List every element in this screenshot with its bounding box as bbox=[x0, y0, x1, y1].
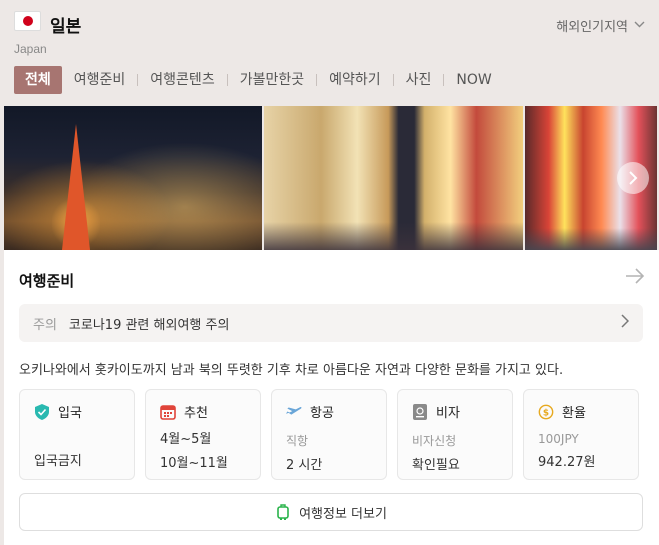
entry-value: 입국금지 bbox=[34, 454, 82, 469]
exchange-info-card[interactable]: $ 환율 100JPY 942.27원 bbox=[523, 389, 639, 480]
entry-info-card[interactable]: 입국 입국금지 bbox=[19, 389, 135, 480]
recommend-autumn: 10월~11월 bbox=[160, 456, 228, 471]
travel-prep-card: 여행준비 주의 코로나19 관련 해외여행 주의 오키나와에서 홋카이도까지 남… bbox=[4, 250, 659, 545]
tab-booking[interactable]: 예약하기 bbox=[317, 66, 393, 94]
tab-all[interactable]: 전체 bbox=[14, 66, 62, 94]
section-title: 여행준비 bbox=[19, 272, 75, 290]
notice-banner[interactable]: 주의 코로나19 관련 해외여행 주의 bbox=[19, 304, 643, 342]
recommend-info-card[interactable]: 추천 4월~5월 10월~11월 bbox=[145, 389, 261, 480]
exchange-base: 100JPY bbox=[538, 432, 579, 446]
chevron-down-icon bbox=[634, 20, 645, 31]
flight-type: 직항 bbox=[286, 434, 309, 448]
tab-travel-content[interactable]: 여행콘텐츠 bbox=[138, 66, 226, 94]
header: 일본 Japan 해외인기지역 전체 여행준비 여행콘텐츠 가볼만한곳 예약하기… bbox=[0, 0, 659, 100]
tab-now[interactable]: NOW bbox=[444, 66, 503, 94]
luggage-icon bbox=[275, 504, 291, 520]
airplane-icon bbox=[286, 404, 302, 420]
visa-label: 비자 bbox=[436, 406, 460, 421]
photo-carousel bbox=[4, 106, 659, 250]
visa-check: 확인필요 bbox=[412, 458, 460, 473]
tokyo-tower-photo[interactable] bbox=[4, 106, 263, 250]
tab-travel-prep[interactable]: 여행준비 bbox=[62, 66, 138, 94]
entry-label: 입국 bbox=[58, 406, 82, 421]
visa-info-card[interactable]: 비자 비자신청 확인필요 bbox=[397, 389, 513, 480]
coin-exchange-icon: $ bbox=[538, 404, 554, 420]
info-cards: 입국 입국금지 추천 4월~5월 10월~11월 항공 직항 2 시간 비자 비… bbox=[19, 389, 639, 480]
notice-text: 코로나19 관련 해외여행 주의 bbox=[68, 317, 230, 333]
more-travel-info-button[interactable]: 여행정보 더보기 bbox=[19, 493, 643, 531]
notice-label: 주의 bbox=[33, 317, 57, 333]
flight-duration: 2 시간 bbox=[286, 458, 323, 473]
passport-icon bbox=[412, 403, 428, 420]
calendar-icon bbox=[160, 404, 176, 420]
arrow-right-icon[interactable] bbox=[625, 268, 645, 289]
more-button-label: 여행정보 더보기 bbox=[299, 506, 387, 522]
country-description: 오키나와에서 홋카이도까지 남과 북의 뚜렷한 기후 차로 아름다운 자연과 다… bbox=[19, 363, 564, 378]
tab-bar: 전체 여행준비 여행콘텐츠 가볼만한곳 예약하기 사진 NOW bbox=[14, 66, 504, 94]
page-title: 일본 bbox=[50, 17, 82, 37]
shield-check-icon bbox=[34, 403, 50, 420]
ginza-building-photo[interactable] bbox=[264, 106, 524, 250]
popular-region-dropdown[interactable]: 해외인기지역 bbox=[556, 16, 645, 35]
popular-region-label: 해외인기지역 bbox=[556, 20, 628, 35]
japan-flag-icon bbox=[14, 11, 41, 31]
recommend-label: 추천 bbox=[184, 406, 208, 421]
svg-text:$: $ bbox=[543, 408, 549, 418]
flight-label: 항공 bbox=[310, 406, 334, 421]
carousel-next-button[interactable] bbox=[617, 162, 649, 194]
visa-apply: 비자신청 bbox=[412, 434, 457, 448]
page-subtitle: Japan bbox=[14, 42, 47, 56]
tab-places[interactable]: 가볼만한곳 bbox=[228, 66, 316, 94]
flight-info-card[interactable]: 항공 직항 2 시간 bbox=[271, 389, 387, 480]
tab-photos[interactable]: 사진 bbox=[394, 66, 444, 94]
recommend-spring: 4월~5월 bbox=[160, 432, 212, 447]
exchange-rate: 942.27원 bbox=[538, 455, 596, 470]
exchange-label: 환율 bbox=[562, 406, 586, 421]
chevron-right-icon bbox=[621, 314, 630, 332]
